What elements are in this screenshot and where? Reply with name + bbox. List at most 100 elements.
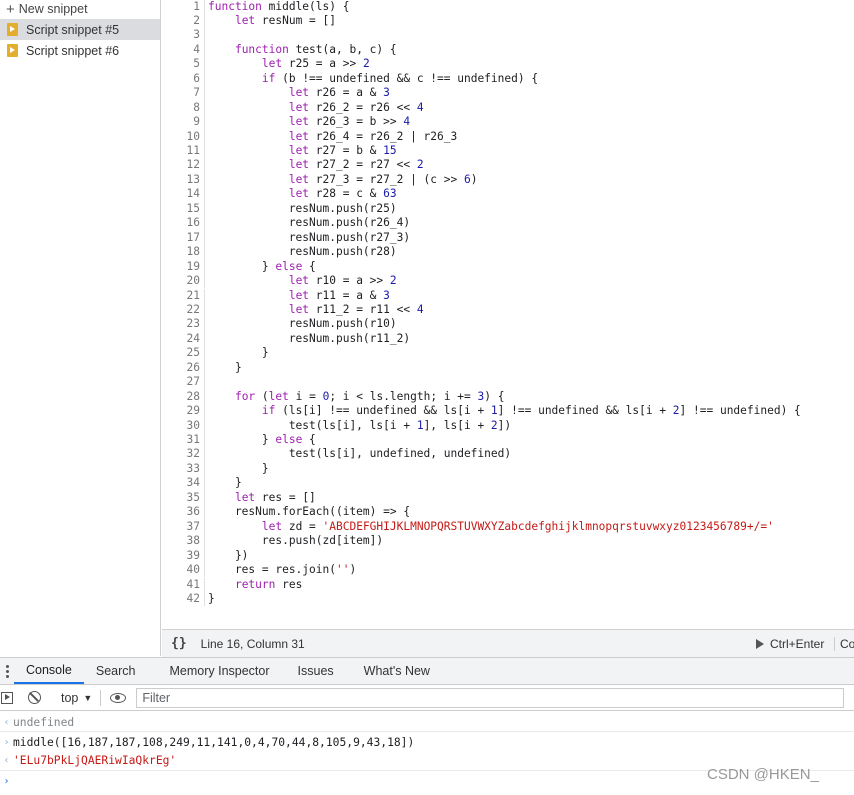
code-line[interactable]: 16 resNum.push(r26_4) (162, 216, 410, 231)
code-line[interactable]: 33 } (162, 461, 269, 477)
line-number[interactable]: 29 (162, 404, 200, 418)
code-line[interactable]: 42} (162, 591, 215, 607)
code-line[interactable]: 8 let r26_2 = r26 << 4 (162, 100, 424, 116)
run-snippet-button[interactable]: Ctrl+Enter (756, 637, 824, 651)
coverage-label[interactable]: Cov (834, 636, 854, 651)
line-number[interactable]: 32 (162, 447, 200, 461)
live-expression-eye-icon[interactable] (110, 692, 127, 703)
code-line[interactable]: 28 for (let i = 0; i < ls.length; i += 3… (162, 389, 504, 405)
snippet-item-5[interactable]: Script snippet #5 (0, 19, 160, 40)
line-number[interactable]: 21 (162, 289, 200, 303)
line-number[interactable]: 37 (162, 520, 200, 534)
code-line[interactable]: 32 test(ls[i], undefined, undefined) (162, 447, 511, 462)
context-selector[interactable]: top ▼ (61, 691, 92, 705)
code-line[interactable]: 34 } (162, 476, 242, 491)
line-number[interactable]: 34 (162, 476, 200, 490)
code-line[interactable]: 7 let r26 = a & 3 (162, 86, 390, 101)
code-line[interactable]: 17 resNum.push(r27_3) (162, 230, 410, 246)
code-line[interactable]: 25 } (162, 346, 269, 361)
line-number[interactable]: 3 (162, 28, 200, 42)
code-line[interactable]: 38 res.push(zd[item]) (162, 534, 383, 549)
line-number[interactable]: 9 (162, 115, 200, 129)
line-number[interactable]: 24 (162, 332, 200, 346)
line-number[interactable]: 16 (162, 216, 200, 230)
new-snippet-button[interactable]: + New snippet (0, 0, 160, 19)
console-filter-input[interactable]: Filter (136, 687, 845, 708)
code-line[interactable]: 2 let resNum = [] (162, 13, 336, 29)
code-line[interactable]: 40 res = res.join('') (162, 563, 356, 578)
code-editor[interactable]: 1 function middle(ls) {2 let resNum = [] 3… (162, 0, 854, 629)
line-number[interactable]: 5 (162, 57, 200, 71)
line-number[interactable]: 31 (162, 433, 200, 447)
clear-console-icon[interactable] (28, 691, 41, 704)
line-number[interactable]: 20 (162, 274, 200, 288)
code-line[interactable]: 23 resNum.push(r10) (162, 317, 397, 332)
line-number[interactable]: 38 (162, 534, 200, 548)
line-number[interactable]: 14 (162, 187, 200, 201)
code-line[interactable]: 26 } (162, 360, 242, 376)
line-number[interactable]: 12 (162, 158, 200, 172)
line-number[interactable]: 1 (162, 0, 200, 14)
code-line[interactable]: 14 let r28 = c & 63 (162, 187, 397, 202)
more-tools-icon[interactable] (0, 658, 14, 684)
code-line[interactable]: 37 let zd = 'ABCDEFGHIJKLMNOPQRSTUVWXYZa… (162, 519, 774, 535)
line-number[interactable]: 7 (162, 86, 200, 100)
code-line[interactable]: 15 resNum.push(r25) (162, 201, 397, 217)
tab-console[interactable]: Console (14, 658, 84, 684)
line-number[interactable]: 28 (162, 390, 200, 404)
code-line[interactable]: 19 } else { (162, 259, 316, 275)
code-line[interactable]: 24 resNum.push(r11_2) (162, 331, 410, 347)
line-number[interactable]: 35 (162, 491, 200, 505)
line-number[interactable]: 36 (162, 505, 200, 519)
line-number[interactable]: 27 (162, 375, 200, 389)
tab-search[interactable]: Search (84, 658, 148, 684)
tab-issues[interactable]: Issues (282, 658, 346, 684)
line-number[interactable]: 13 (162, 173, 200, 187)
line-number[interactable]: 40 (162, 563, 200, 577)
code-line[interactable]: 41 return res (162, 577, 302, 592)
code-line[interactable]: 27 (162, 375, 208, 390)
code-line[interactable]: 1 function middle(ls) { (162, 0, 349, 14)
line-number[interactable]: 42 (162, 592, 200, 606)
code-line[interactable]: 29 if (ls[i] !== undefined && ls[i + 1] … (162, 404, 801, 419)
pretty-print-button[interactable]: {} (171, 636, 187, 651)
line-number[interactable]: 15 (162, 202, 200, 216)
code-line[interactable]: 35 let res = [] (162, 490, 316, 506)
code-line[interactable]: 4 function test(a, b, c) { (162, 42, 397, 58)
code-line[interactable]: 12 let r27_2 = r27 << 2 (162, 158, 424, 173)
code-line[interactable]: 10 let r26_4 = r26_2 | r26_3 (162, 129, 457, 144)
code-line[interactable]: 11 let r27 = b & 15 (162, 144, 397, 159)
line-number[interactable]: 39 (162, 549, 200, 563)
line-number[interactable]: 23 (162, 317, 200, 331)
show-sidebar-icon[interactable] (1, 691, 13, 704)
code-line[interactable]: 9 let r26_3 = b >> 4 (162, 115, 410, 130)
code-line[interactable]: 36 resNum.forEach((item) => { (162, 505, 410, 520)
code-line[interactable]: 22 let r11_2 = r11 << 4 (162, 302, 424, 318)
code-line[interactable]: 31 } else { (162, 433, 316, 448)
code-line[interactable]: 6 if (b !== undefined && c !== undefined… (162, 71, 538, 87)
tab-whats-new[interactable]: What's New (346, 658, 442, 684)
line-number[interactable]: 22 (162, 303, 200, 317)
code-line[interactable]: 13 let r27_3 = r27_2 | (c >> 6) (162, 172, 477, 188)
code-line[interactable]: 21 let r11 = a & 3 (162, 288, 390, 303)
line-number[interactable]: 10 (162, 130, 200, 144)
code-line[interactable]: 18 resNum.push(r28) (162, 245, 397, 260)
line-number[interactable]: 17 (162, 231, 200, 245)
code-line[interactable]: 30 test(ls[i], ls[i + 1], ls[i + 2]) (162, 418, 511, 433)
line-number[interactable]: 41 (162, 578, 200, 592)
snippet-item-6[interactable]: Script snippet #6 (0, 40, 160, 61)
line-number[interactable]: 18 (162, 245, 200, 259)
code-line[interactable]: 20 let r10 = a >> 2 (162, 274, 397, 289)
line-number[interactable]: 19 (162, 260, 200, 274)
code-line[interactable]: 39 }) (162, 548, 248, 564)
line-number[interactable]: 33 (162, 462, 200, 476)
line-number[interactable]: 2 (162, 14, 200, 28)
code-line[interactable]: 3 (162, 28, 208, 43)
line-number[interactable]: 26 (162, 361, 200, 375)
line-number[interactable]: 4 (162, 43, 200, 57)
line-number[interactable]: 30 (162, 419, 200, 433)
code-line[interactable]: 5 let r25 = a >> 2 (162, 57, 370, 72)
line-number[interactable]: 25 (162, 346, 200, 360)
line-number[interactable]: 6 (162, 72, 200, 86)
tab-memory-inspector[interactable]: Memory Inspector (147, 658, 281, 684)
